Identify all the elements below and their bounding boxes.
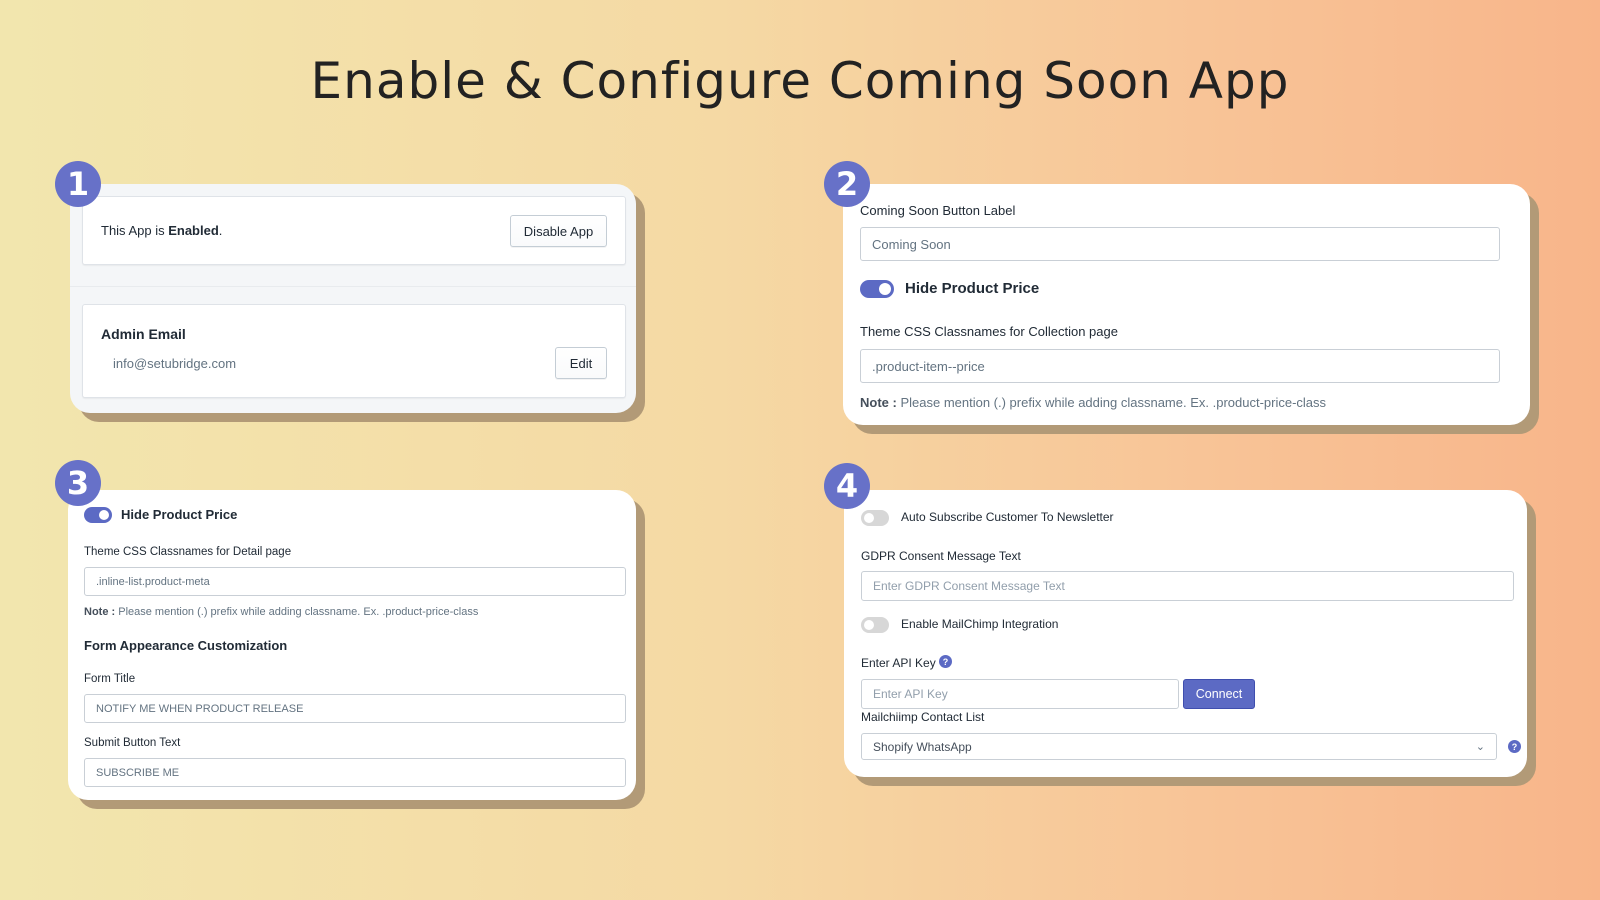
gdpr-label: GDPR Consent Message Text [861, 549, 1021, 563]
contact-list-selected: Shopify WhatsApp [873, 739, 972, 754]
hide-price-label: Hide Product Price [905, 280, 1040, 297]
disable-app-button[interactable]: Disable App [510, 215, 607, 247]
hide-price-detail-label: Hide Product Price [121, 507, 238, 522]
toggle-knob [99, 510, 109, 520]
button-label-input[interactable]: Coming Soon [860, 227, 1500, 261]
toggle-knob [864, 513, 874, 523]
note-label: Note : [84, 606, 116, 618]
status-suffix: . [218, 223, 223, 238]
admin-email-title: Admin Email [101, 326, 186, 342]
note-text: Please mention (.) prefix while adding c… [115, 606, 479, 618]
app-status-card: This App is Enabled. Disable App [82, 196, 626, 265]
step3-panel: Hide Product Price Theme CSS Classnames … [68, 490, 636, 800]
submit-text-label: Submit Button Text [84, 737, 181, 749]
step-badge-3: 3 [55, 460, 101, 506]
status-prefix: This App is [101, 223, 169, 238]
contact-list-label: Mailchiimp Contact List [861, 710, 985, 724]
edit-email-button[interactable]: Edit [555, 347, 607, 379]
app-status-text: This App is Enabled. [101, 223, 222, 238]
note-label: Note : [860, 395, 897, 410]
help-icon[interactable]: ? [939, 655, 952, 668]
note-text: Please mention (.) prefix while adding c… [896, 395, 1327, 410]
collection-css-input[interactable]: .product-item--price [860, 349, 1500, 383]
mailchimp-toggle[interactable] [861, 617, 889, 633]
admin-email-card: Admin Email info@setubridge.com Edit [82, 304, 626, 398]
toggle-knob [879, 283, 891, 295]
form-appearance-heading: Form Appearance Customization [84, 638, 288, 653]
step2-panel: Coming Soon Button Label Coming Soon Hid… [843, 184, 1530, 425]
api-key-label: Enter API Key [861, 656, 936, 670]
chevron-down-icon: ⌄ [1475, 741, 1485, 753]
gdpr-input[interactable]: Enter GDPR Consent Message Text [861, 571, 1514, 601]
api-key-input[interactable]: Enter API Key [861, 679, 1179, 709]
step-badge-2: 2 [824, 161, 870, 207]
auto-subscribe-label: Auto Subscribe Customer To Newsletter [901, 510, 1114, 524]
detail-css-title: Theme CSS Classnames for Detail page [84, 546, 292, 558]
detail-css-input[interactable]: .inline-list.product-meta [84, 567, 626, 596]
auto-subscribe-toggle[interactable] [861, 510, 889, 526]
toggle-knob [864, 620, 874, 630]
classname-note: Note : Please mention (.) prefix while a… [860, 395, 1326, 410]
step-badge-4: 4 [824, 463, 870, 509]
admin-email-value: info@setubridge.com [113, 356, 237, 371]
connect-button[interactable]: Connect [1183, 679, 1255, 709]
classname-note: Note : Please mention (.) prefix while a… [84, 606, 478, 618]
submit-text-input[interactable]: SUBSCRIBE ME [84, 758, 626, 787]
mailchimp-label: Enable MailChimp Integration [901, 617, 1059, 631]
step-badge-1: 1 [55, 161, 101, 207]
step1-panel: This App is Enabled. Disable App Admin E… [70, 184, 636, 413]
form-title-label: Form Title [84, 673, 136, 685]
collection-css-title: Theme CSS Classnames for Collection page [860, 324, 1118, 339]
form-title-input[interactable]: NOTIFY ME WHEN PRODUCT RELEASE [84, 694, 626, 723]
button-label-title: Coming Soon Button Label [860, 203, 1016, 218]
hide-price-detail-toggle[interactable] [84, 507, 112, 523]
help-icon[interactable]: ? [1508, 740, 1521, 753]
status-value: Enabled [168, 223, 219, 238]
contact-list-select[interactable]: Shopify WhatsApp ⌄ [861, 733, 1497, 760]
step4-panel: Auto Subscribe Customer To Newsletter GD… [844, 490, 1527, 777]
page-title: Enable & Configure Coming Soon App [310, 52, 1290, 110]
hide-price-toggle[interactable] [860, 280, 894, 298]
section-divider [70, 286, 636, 287]
